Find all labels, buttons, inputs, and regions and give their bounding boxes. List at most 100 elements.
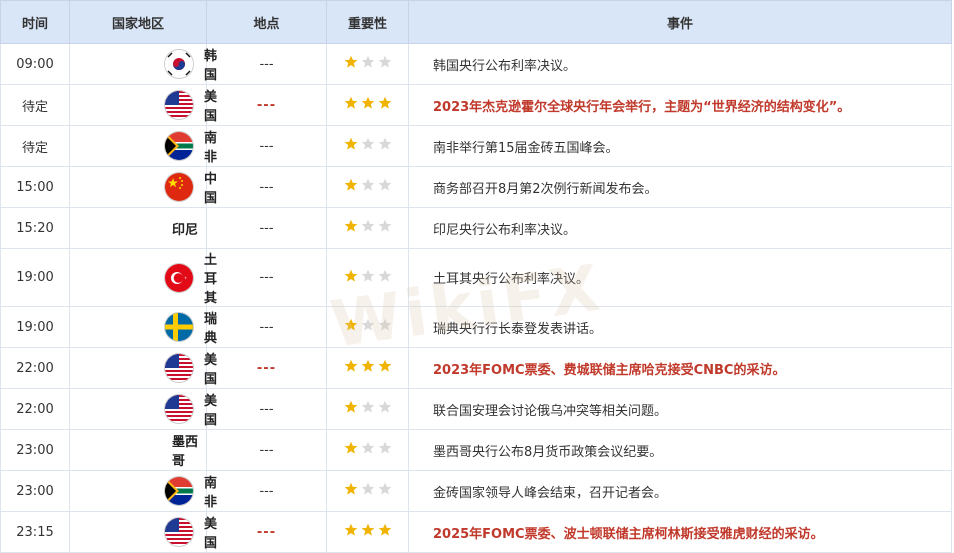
star-empty-icon — [361, 318, 375, 332]
star-filled-icon — [361, 523, 375, 537]
event-country: 土耳其 — [69, 248, 217, 307]
cn-flag-icon — [165, 173, 193, 201]
table-row[interactable]: 待定 美国 --- 2023年杰克逊霍尔全球央行年会举行，主题为“世界经济的结构… — [0, 84, 952, 126]
event-description: 联合国安理会讨论俄乌冲突等相关问题。 — [408, 388, 952, 430]
country-name: 瑞典 — [204, 312, 218, 346]
event-country: 瑞典 — [69, 306, 217, 348]
star-filled-icon — [344, 359, 358, 373]
table-row[interactable]: 23:00 墨西哥 --- 墨西哥央行公布8月货币政策会议纪要。 — [0, 429, 952, 471]
event-location: --- — [206, 84, 327, 126]
event-country: 南非 — [69, 125, 217, 167]
star-empty-icon — [378, 318, 392, 332]
country-name: 南非 — [204, 131, 218, 165]
event-location: --- — [206, 347, 327, 389]
event-location: --- — [206, 207, 327, 249]
star-empty-icon — [378, 55, 392, 69]
country-name: 美国 — [204, 517, 218, 551]
header-country: 国家地区 — [69, 0, 207, 44]
event-time: 22:00 — [0, 347, 70, 389]
star-filled-icon — [344, 269, 358, 283]
event-description: 土耳其央行公布利率决议。 — [408, 248, 952, 307]
star-empty-icon — [378, 400, 392, 414]
economic-calendar-table: 时间 国家地区 地点 重要性 事件 09:00 韩国 --- 韩国央行公布利率决… — [0, 0, 952, 553]
star-empty-icon — [361, 441, 375, 455]
event-importance — [326, 125, 409, 167]
table-row[interactable]: 15:20 印尼 --- 印尼央行公布利率决议。 — [0, 207, 952, 249]
za-flag-icon — [165, 477, 193, 505]
tr-flag-icon — [165, 263, 193, 292]
star-empty-icon — [361, 482, 375, 496]
calendar-page: 时间 国家地区 地点 重要性 事件 09:00 韩国 --- 韩国央行公布利率决… — [0, 0, 954, 553]
event-country: 中国 — [69, 166, 217, 208]
event-time: 19:00 — [0, 248, 70, 307]
event-time: 23:15 — [0, 511, 70, 553]
star-empty-icon — [378, 137, 392, 151]
table-row[interactable]: 22:00 美国 --- 2023年FOMC票委、费城联储主席哈克接受CNBC的… — [0, 347, 952, 389]
event-description: 2023年杰克逊霍尔全球央行年会举行，主题为“世界经济的结构变化”。 — [408, 84, 952, 126]
event-importance — [326, 207, 409, 249]
country-name: 美国 — [204, 90, 218, 124]
event-location: --- — [206, 470, 327, 512]
kr-flag-icon — [165, 50, 193, 78]
star-filled-icon — [361, 359, 375, 373]
event-country: 墨西哥 — [69, 429, 207, 471]
event-country: 南非 — [69, 470, 217, 512]
event-location: --- — [206, 388, 327, 430]
star-filled-icon — [344, 55, 358, 69]
event-importance — [326, 388, 409, 430]
star-filled-icon — [344, 137, 358, 151]
country-name: 南非 — [204, 476, 218, 510]
star-empty-icon — [378, 178, 392, 192]
event-description: 2023年FOMC票委、费城联储主席哈克接受CNBC的采访。 — [408, 347, 952, 389]
event-importance — [326, 84, 409, 126]
event-country: 美国 — [69, 347, 217, 389]
star-empty-icon — [361, 178, 375, 192]
star-filled-icon — [344, 400, 358, 414]
table-row[interactable]: 19:00 瑞典 --- 瑞典央行行长泰登发表讲话。 — [0, 306, 952, 348]
star-filled-icon — [344, 441, 358, 455]
country-name: 美国 — [204, 394, 218, 428]
event-time: 15:20 — [0, 207, 70, 249]
event-description: 墨西哥央行公布8月货币政策会议纪要。 — [408, 429, 952, 471]
star-filled-icon — [378, 96, 392, 110]
country-name: 墨西哥 — [172, 435, 199, 469]
table-row[interactable]: 22:00 美国 --- 联合国安理会讨论俄乌冲突等相关问题。 — [0, 388, 952, 430]
table-row[interactable]: 09:00 韩国 --- 韩国央行公布利率决议。 — [0, 43, 952, 85]
event-location: --- — [206, 306, 327, 348]
table-row[interactable]: 19:00 土耳其 --- 土耳其央行公布利率决议。 — [0, 248, 952, 307]
star-filled-icon — [344, 219, 358, 233]
event-country: 韩国 — [69, 43, 217, 85]
event-description: 瑞典央行行长泰登发表讲话。 — [408, 306, 952, 348]
se-flag-icon — [165, 313, 193, 341]
star-empty-icon — [378, 482, 392, 496]
event-time: 22:00 — [0, 388, 70, 430]
event-location: --- — [206, 43, 327, 85]
event-description: 印尼央行公布利率决议。 — [408, 207, 952, 249]
star-empty-icon — [378, 441, 392, 455]
star-empty-icon — [361, 219, 375, 233]
event-description: 韩国央行公布利率决议。 — [408, 43, 952, 85]
event-location: --- — [206, 125, 327, 167]
event-location: --- — [206, 248, 327, 307]
us-flag-icon — [165, 354, 193, 382]
star-empty-icon — [378, 269, 392, 283]
event-time: 09:00 — [0, 43, 70, 85]
header-time: 时间 — [0, 0, 70, 44]
event-time: 19:00 — [0, 306, 70, 348]
event-description: 2025年FOMC票委、波士顿联储主席柯林斯接受雅虎财经的采访。 — [408, 511, 952, 553]
table-row[interactable]: 待定 南非 --- 南非举行第15届金砖五国峰会。 — [0, 125, 952, 167]
event-country: 美国 — [69, 511, 217, 553]
star-filled-icon — [344, 178, 358, 192]
star-filled-icon — [378, 359, 392, 373]
us-flag-icon — [165, 518, 193, 546]
event-importance — [326, 306, 409, 348]
star-empty-icon — [361, 269, 375, 283]
star-filled-icon — [344, 318, 358, 332]
header-importance: 重要性 — [326, 0, 409, 44]
star-filled-icon — [378, 523, 392, 537]
event-time: 15:00 — [0, 166, 70, 208]
table-row[interactable]: 15:00 中国 --- 商务部召开8月第2次例行新闻发布会。 — [0, 166, 952, 208]
table-row[interactable]: 23:00 南非 --- 金砖国家领导人峰会结束，召开记者会。 — [0, 470, 952, 512]
country-name: 美国 — [204, 353, 218, 387]
table-row[interactable]: 23:15 美国 --- 2025年FOMC票委、波士顿联储主席柯林斯接受雅虎财… — [0, 511, 952, 553]
